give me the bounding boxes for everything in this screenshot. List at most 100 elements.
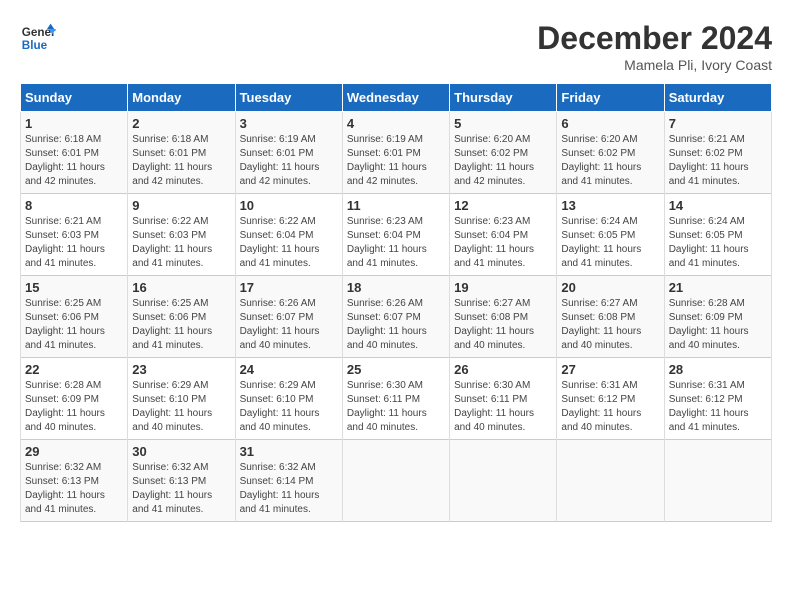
day-info: Sunrise: 6:23 AM Sunset: 6:04 PM Dayligh…: [347, 215, 445, 271]
day-info: Sunrise: 6:25 AM Sunset: 6:06 PM Dayligh…: [25, 297, 123, 353]
calendar-cell: 7Sunrise: 6:21 AM Sunset: 6:02 PM Daylig…: [664, 112, 771, 194]
day-info: Sunrise: 6:28 AM Sunset: 6:09 PM Dayligh…: [25, 379, 123, 435]
calendar-cell: 26 Sunrise: 6:30 AM Sunset: 6:11 PM Dayli…: [450, 358, 557, 440]
day-number: 11: [347, 198, 445, 213]
calendar-cell: [342, 440, 449, 522]
day-number: 16: [132, 280, 230, 295]
day-number: 24: [240, 362, 338, 377]
day-info: Sunrise: 6:26 AM Sunset: 6:07 PM Dayligh…: [347, 297, 445, 353]
day-info: Sunrise: 6:20 AM Sunset: 6:02 PM Dayligh…: [454, 133, 552, 189]
day-info: Sunrise: 6:19 AM Sunset: 6:01 PM Dayligh…: [347, 133, 445, 189]
day-number: 6: [561, 116, 659, 131]
day-number: 2: [132, 116, 230, 131]
calendar-cell: 12Sunrise: 6:23 AM Sunset: 6:04 PM Dayli…: [450, 194, 557, 276]
day-number: 25: [347, 362, 445, 377]
calendar-cell: [450, 440, 557, 522]
day-info: Sunrise: 6:28 AM Sunset: 6:09 PM Dayligh…: [669, 297, 767, 353]
day-number: 17: [240, 280, 338, 295]
day-number: 3: [240, 116, 338, 131]
page-header: General Blue December 2024 Mamela Pli, I…: [20, 20, 772, 73]
day-info: Sunrise: 6:32 AM Sunset: 6:14 PM Dayligh…: [240, 461, 338, 517]
calendar-cell: 25 Sunrise: 6:30 AM Sunset: 6:11 PM Dayli…: [342, 358, 449, 440]
calendar-cell: 10 Sunrise: 6:22 AM Sunset: 6:04 PM Dayli…: [235, 194, 342, 276]
day-info: Sunrise: 6:32 AM Sunset: 6:13 PM Dayligh…: [25, 461, 123, 517]
header-thursday: Thursday: [450, 84, 557, 112]
day-number: 1: [25, 116, 123, 131]
day-info: Sunrise: 6:29 AM Sunset: 6:10 PM Dayligh…: [240, 379, 338, 435]
day-number: 4: [347, 116, 445, 131]
calendar-cell: 27 Sunrise: 6:31 AM Sunset: 6:12 PM Dayli…: [557, 358, 664, 440]
calendar-cell: 29 Sunrise: 6:32 AM Sunset: 6:13 PM Dayli…: [21, 440, 128, 522]
calendar-cell: 18Sunrise: 6:26 AM Sunset: 6:07 PM Dayli…: [342, 276, 449, 358]
calendar-cell: 2 Sunrise: 6:18 AM Sunset: 6:01 PM Daylig…: [128, 112, 235, 194]
calendar-cell: 14 Sunrise: 6:24 AM Sunset: 6:05 PM Dayli…: [664, 194, 771, 276]
location-title: Mamela Pli, Ivory Coast: [537, 57, 772, 73]
calendar-table: Sunday Monday Tuesday Wednesday Thursday…: [20, 83, 772, 522]
day-number: 10: [240, 198, 338, 213]
day-number: 30: [132, 444, 230, 459]
calendar-cell: 17 Sunrise: 6:26 AM Sunset: 6:07 PM Dayli…: [235, 276, 342, 358]
header-friday: Friday: [557, 84, 664, 112]
day-info: Sunrise: 6:30 AM Sunset: 6:11 PM Dayligh…: [454, 379, 552, 435]
day-number: 13: [561, 198, 659, 213]
calendar-cell: 15 Sunrise: 6:25 AM Sunset: 6:06 PM Dayli…: [21, 276, 128, 358]
calendar-cell: 21 Sunrise: 6:28 AM Sunset: 6:09 PM Dayli…: [664, 276, 771, 358]
month-title: December 2024: [537, 20, 772, 57]
calendar-cell: 3 Sunrise: 6:19 AM Sunset: 6:01 PM Daylig…: [235, 112, 342, 194]
calendar-cell: 30 Sunrise: 6:32 AM Sunset: 6:13 PM Dayli…: [128, 440, 235, 522]
day-number: 15: [25, 280, 123, 295]
day-number: 20: [561, 280, 659, 295]
calendar-cell: 16 Sunrise: 6:25 AM Sunset: 6:06 PM Dayli…: [128, 276, 235, 358]
day-info: Sunrise: 6:21 AM Sunset: 6:03 PM Dayligh…: [25, 215, 123, 271]
calendar-cell: 19Sunrise: 6:27 AM Sunset: 6:08 PM Dayli…: [450, 276, 557, 358]
day-info: Sunrise: 6:21 AM Sunset: 6:02 PM Dayligh…: [669, 133, 767, 189]
header-sunday: Sunday: [21, 84, 128, 112]
day-info: Sunrise: 6:27 AM Sunset: 6:08 PM Dayligh…: [561, 297, 659, 353]
header-monday: Monday: [128, 84, 235, 112]
calendar-cell: 23Sunrise: 6:29 AM Sunset: 6:10 PM Dayli…: [128, 358, 235, 440]
calendar-cell: [664, 440, 771, 522]
calendar-week-1: 1 Sunrise: 6:18 AM Sunset: 6:01 PM Daylig…: [21, 112, 772, 194]
day-info: Sunrise: 6:32 AM Sunset: 6:13 PM Dayligh…: [132, 461, 230, 517]
day-info: Sunrise: 6:26 AM Sunset: 6:07 PM Dayligh…: [240, 297, 338, 353]
day-info: Sunrise: 6:24 AM Sunset: 6:05 PM Dayligh…: [561, 215, 659, 271]
day-info: Sunrise: 6:22 AM Sunset: 6:03 PM Dayligh…: [132, 215, 230, 271]
day-number: 27: [561, 362, 659, 377]
day-number: 31: [240, 444, 338, 459]
day-info: Sunrise: 6:19 AM Sunset: 6:01 PM Dayligh…: [240, 133, 338, 189]
logo: General Blue: [20, 20, 56, 56]
day-number: 14: [669, 198, 767, 213]
day-info: Sunrise: 6:24 AM Sunset: 6:05 PM Dayligh…: [669, 215, 767, 271]
day-number: 26: [454, 362, 552, 377]
title-area: December 2024 Mamela Pli, Ivory Coast: [537, 20, 772, 73]
calendar-cell: 9 Sunrise: 6:22 AM Sunset: 6:03 PM Daylig…: [128, 194, 235, 276]
day-info: Sunrise: 6:30 AM Sunset: 6:11 PM Dayligh…: [347, 379, 445, 435]
day-number: 28: [669, 362, 767, 377]
header-saturday: Saturday: [664, 84, 771, 112]
calendar-week-5: 29 Sunrise: 6:32 AM Sunset: 6:13 PM Dayli…: [21, 440, 772, 522]
calendar-week-4: 22 Sunrise: 6:28 AM Sunset: 6:09 PM Dayli…: [21, 358, 772, 440]
calendar-cell: 20 Sunrise: 6:27 AM Sunset: 6:08 PM Dayli…: [557, 276, 664, 358]
calendar-cell: 28 Sunrise: 6:31 AM Sunset: 6:12 PM Dayli…: [664, 358, 771, 440]
header-wednesday: Wednesday: [342, 84, 449, 112]
calendar-cell: 6Sunrise: 6:20 AM Sunset: 6:02 PM Daylig…: [557, 112, 664, 194]
day-info: Sunrise: 6:31 AM Sunset: 6:12 PM Dayligh…: [561, 379, 659, 435]
day-info: Sunrise: 6:18 AM Sunset: 6:01 PM Dayligh…: [132, 133, 230, 189]
logo-icon: General Blue: [20, 20, 56, 56]
calendar-cell: 1Sunrise: 6:18 AM Sunset: 6:01 PM Daylig…: [21, 112, 128, 194]
day-info: Sunrise: 6:23 AM Sunset: 6:04 PM Dayligh…: [454, 215, 552, 271]
calendar-cell: 4 Sunrise: 6:19 AM Sunset: 6:01 PM Daylig…: [342, 112, 449, 194]
calendar-cell: [557, 440, 664, 522]
day-info: Sunrise: 6:22 AM Sunset: 6:04 PM Dayligh…: [240, 215, 338, 271]
day-info: Sunrise: 6:31 AM Sunset: 6:12 PM Dayligh…: [669, 379, 767, 435]
calendar-week-3: 15 Sunrise: 6:25 AM Sunset: 6:06 PM Dayli…: [21, 276, 772, 358]
calendar-cell: 31 Sunrise: 6:32 AM Sunset: 6:14 PM Dayli…: [235, 440, 342, 522]
day-number: 29: [25, 444, 123, 459]
day-info: Sunrise: 6:25 AM Sunset: 6:06 PM Dayligh…: [132, 297, 230, 353]
day-number: 21: [669, 280, 767, 295]
day-number: 22: [25, 362, 123, 377]
calendar-cell: 22 Sunrise: 6:28 AM Sunset: 6:09 PM Dayli…: [21, 358, 128, 440]
calendar-cell: 8Sunrise: 6:21 AM Sunset: 6:03 PM Daylig…: [21, 194, 128, 276]
day-number: 9: [132, 198, 230, 213]
day-number: 23: [132, 362, 230, 377]
